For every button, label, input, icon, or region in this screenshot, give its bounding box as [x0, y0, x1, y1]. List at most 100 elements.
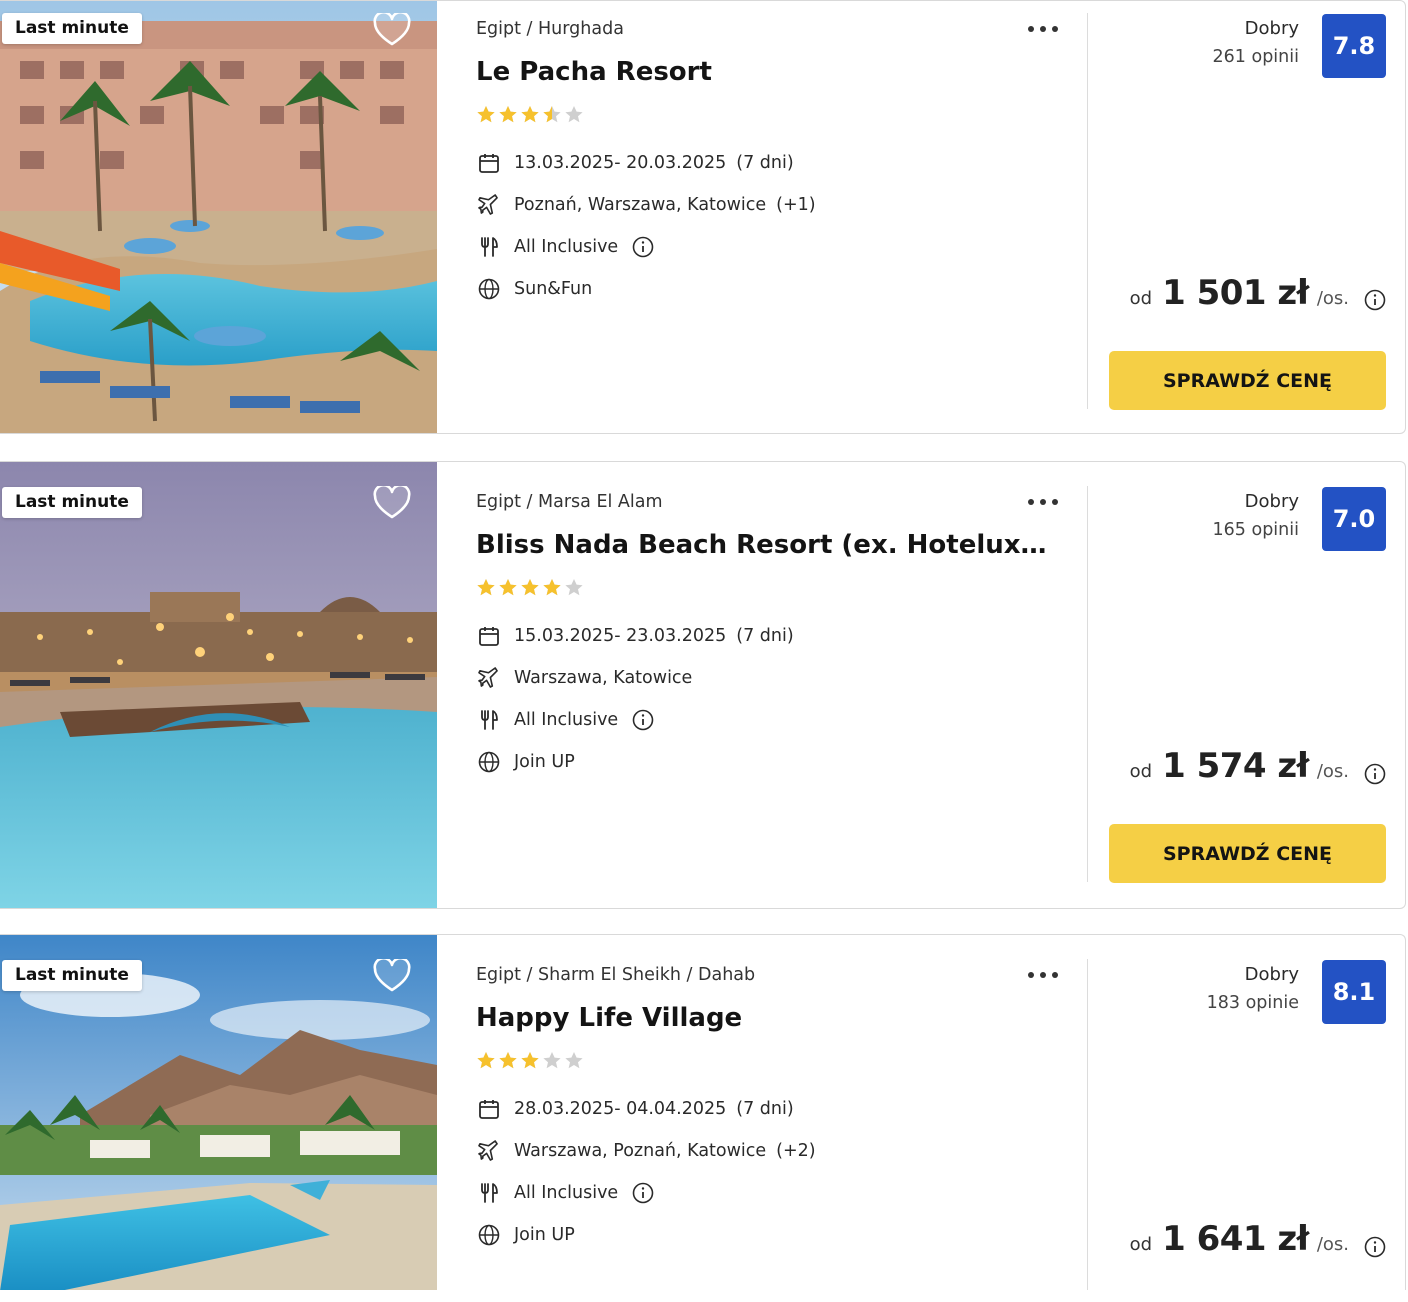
concept-row: Join UP [476, 749, 575, 775]
star-icon [499, 579, 517, 596]
breadcrumb[interactable]: Egipt / Marsa El Alam [476, 492, 663, 512]
rating-summary[interactable]: Dobry 183 opinie [1207, 962, 1299, 1018]
departures-extra[interactable]: (+2) [776, 1141, 815, 1161]
plane-icon [476, 1138, 502, 1164]
rating-label: Dobry [1244, 964, 1299, 985]
last-minute-badge: Last minute [2, 13, 142, 44]
departures-row: Poznań, Warszawa, Katowice (+1) [476, 192, 816, 218]
price: od 1 501 zł /os. [1130, 273, 1349, 313]
price: od 1 641 zł /os. [1130, 1219, 1349, 1259]
rating-label: Dobry [1244, 491, 1299, 512]
concept-row: Sun&Fun [476, 276, 592, 302]
star-icon [565, 106, 583, 123]
info-icon[interactable] [632, 1182, 654, 1204]
more-options-icon[interactable] [1026, 492, 1060, 512]
price-unit: /os. [1316, 288, 1349, 309]
star-icon [543, 579, 561, 596]
departures-row: Warszawa, Katowice [476, 665, 692, 691]
departures-row: Warszawa, Poznań, Katowice (+2) [476, 1138, 816, 1164]
duration-text: (7 dni) [736, 153, 794, 173]
price-amount: 1 501 zł [1162, 273, 1309, 313]
hotel-name[interactable]: Bliss Nada Beach Resort (ex. Hotelux J… [476, 530, 1054, 560]
price-info-icon[interactable] [1364, 763, 1386, 789]
star-icon [521, 1052, 539, 1069]
star-icon [565, 1052, 583, 1069]
offer-card[interactable]: Last minute Egipt / Hurghada Le Pacha Re… [0, 0, 1406, 434]
globe-icon [476, 749, 502, 775]
star-icon [477, 106, 495, 123]
board-row: All Inclusive [476, 234, 654, 260]
concept-text: Sun&Fun [514, 279, 593, 299]
heart-icon[interactable] [373, 483, 411, 520]
dates-text: 15.03.2025- 23.03.2025 [514, 626, 727, 646]
more-options-icon[interactable] [1026, 965, 1060, 985]
breadcrumb[interactable]: Egipt / Sharm El Sheikh / Dahab [476, 965, 755, 985]
star-icon [477, 579, 495, 596]
board-row: All Inclusive [476, 1180, 654, 1206]
price-info-icon[interactable] [1364, 1236, 1386, 1262]
rating-summary[interactable]: Dobry 165 opinii [1213, 489, 1299, 545]
offer-card[interactable]: Last minute Egipt / Sharm El Sheikh / Da… [0, 934, 1406, 1290]
cutlery-icon [476, 234, 502, 260]
price-amount: 1 574 zł [1162, 746, 1309, 786]
hotel-name[interactable]: Happy Life Village [476, 1003, 1054, 1033]
review-count[interactable]: 165 opinii [1213, 515, 1299, 545]
star-rating [476, 105, 586, 125]
divider [1087, 13, 1088, 409]
price-unit: /os. [1316, 1234, 1349, 1255]
check-price-button[interactable]: SPRAWDŹ CENĘ [1109, 824, 1386, 883]
plane-icon [476, 665, 502, 691]
calendar-icon [476, 1096, 502, 1122]
cutlery-icon [476, 707, 502, 733]
cutlery-icon [476, 1180, 502, 1206]
star-icon [499, 1052, 517, 1069]
calendar-icon [476, 150, 502, 176]
review-count[interactable]: 183 opinie [1207, 988, 1299, 1018]
breadcrumb[interactable]: Egipt / Hurghada [476, 19, 624, 39]
hotel-photo[interactable] [0, 1, 437, 433]
departures-text: Poznań, Warszawa, Katowice [514, 195, 767, 215]
departures-extra[interactable]: (+1) [776, 195, 815, 215]
board-row: All Inclusive [476, 707, 654, 733]
star-rating [476, 578, 586, 598]
hotel-photo[interactable] [0, 462, 437, 908]
concept-text: Join UP [514, 1225, 575, 1245]
globe-icon [476, 1222, 502, 1248]
heart-icon[interactable] [373, 956, 411, 993]
departures-text: Warszawa, Poznań, Katowice [514, 1141, 767, 1161]
score-badge: 7.8 [1322, 14, 1386, 78]
duration-text: (7 dni) [736, 1099, 794, 1119]
price-info-icon[interactable] [1364, 289, 1386, 315]
dates-text: 28.03.2025- 04.04.2025 [514, 1099, 727, 1119]
rating-summary[interactable]: Dobry 261 opinii [1213, 16, 1299, 72]
dates-text: 13.03.2025- 20.03.2025 [514, 153, 727, 173]
star-icon [521, 579, 539, 596]
review-count[interactable]: 261 opinii [1213, 42, 1299, 72]
star-icon [565, 579, 583, 596]
price-amount: 1 641 zł [1162, 1219, 1309, 1259]
more-options-icon[interactable] [1026, 19, 1060, 39]
info-icon[interactable] [632, 709, 654, 731]
price-prefix: od [1129, 288, 1153, 309]
star-icon [543, 106, 561, 123]
star-icon [543, 1052, 561, 1069]
offer-card[interactable]: Last minute Egipt / Marsa El Alam Bliss … [0, 461, 1406, 909]
hotel-name[interactable]: Le Pacha Resort [476, 57, 1054, 87]
departures-text: Warszawa, Katowice [514, 668, 693, 688]
info-icon[interactable] [632, 236, 654, 258]
star-icon [521, 106, 539, 123]
last-minute-badge: Last minute [2, 960, 142, 991]
heart-icon[interactable] [373, 10, 411, 47]
dates-row: 13.03.2025- 20.03.2025 (7 dni) [476, 150, 794, 176]
plane-icon [476, 192, 502, 218]
rating-label: Dobry [1244, 18, 1299, 39]
check-price-button[interactable]: SPRAWDŹ CENĘ [1109, 351, 1386, 410]
duration-text: (7 dni) [736, 626, 794, 646]
board-text: All Inclusive [514, 237, 619, 257]
dates-row: 28.03.2025- 04.04.2025 (7 dni) [476, 1096, 794, 1122]
board-text: All Inclusive [514, 710, 619, 730]
price: od 1 574 zł /os. [1130, 746, 1349, 786]
star-icon [477, 1052, 495, 1069]
divider [1087, 959, 1088, 1290]
concept-row: Join UP [476, 1222, 575, 1248]
